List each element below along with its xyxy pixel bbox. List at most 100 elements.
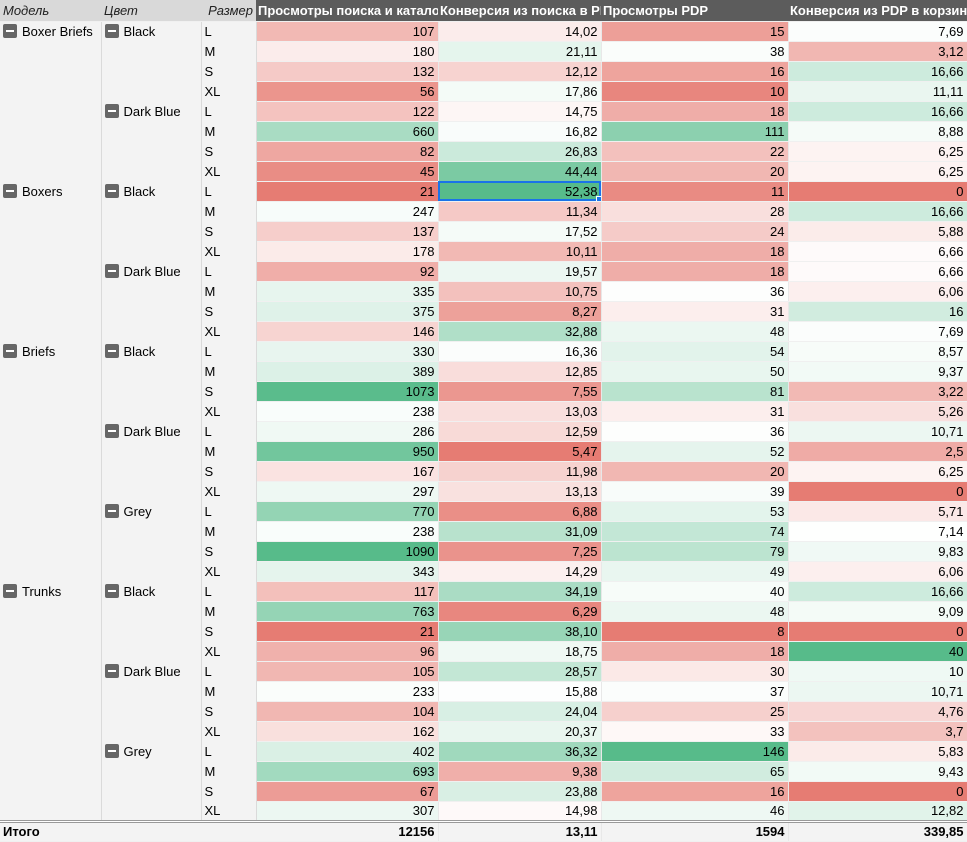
search-conversion-cell[interactable]: 10,11 — [438, 241, 602, 262]
size-cell[interactable]: S — [201, 621, 257, 641]
size-cell[interactable]: S — [201, 301, 257, 321]
pdp-views-cell[interactable]: 37 — [601, 681, 789, 702]
pdp-views-cell[interactable]: 38 — [601, 41, 789, 62]
pdp-cart-conversion-cell[interactable]: 7,14 — [788, 521, 967, 542]
collapse-icon[interactable] — [104, 343, 119, 358]
pdp-cart-conversion-cell[interactable]: 5,83 — [788, 741, 967, 762]
model-cell[interactable]: Boxer Briefs — [0, 21, 102, 41]
collapse-icon[interactable] — [104, 743, 119, 758]
search-views-cell[interactable]: 122 — [256, 101, 439, 122]
size-cell[interactable]: M — [201, 121, 257, 141]
collapse-icon[interactable] — [104, 503, 119, 518]
color-cell[interactable]: Dark Blue — [101, 101, 202, 121]
model-cell[interactable]: Boxers — [0, 181, 102, 201]
pdp-views-cell[interactable]: 16 — [601, 781, 789, 802]
collapse-icon[interactable] — [104, 23, 119, 38]
pdp-cart-conversion-cell[interactable]: 6,25 — [788, 141, 967, 162]
search-views-cell[interactable]: 402 — [256, 741, 439, 762]
pdp-cart-conversion-cell[interactable]: 3,22 — [788, 381, 967, 402]
collapse-icon[interactable] — [104, 263, 119, 278]
pdp-cart-conversion-cell[interactable]: 9,83 — [788, 541, 967, 562]
color-cell[interactable]: Black — [101, 341, 202, 361]
pdp-views-cell[interactable]: 18 — [601, 241, 789, 262]
pdp-views-cell[interactable]: 65 — [601, 761, 789, 782]
pdp-views-cell[interactable]: 16 — [601, 61, 789, 82]
pdp-cart-conversion-cell[interactable]: 8,88 — [788, 121, 967, 142]
search-conversion-cell[interactable]: 17,86 — [438, 81, 602, 102]
collapse-icon[interactable] — [3, 583, 17, 598]
header-pdp-views[interactable]: Просмотры PDP — [601, 0, 788, 22]
search-conversion-cell[interactable]: 14,29 — [438, 561, 602, 582]
pdp-views-cell[interactable]: 20 — [601, 461, 789, 482]
pdp-cart-conversion-cell[interactable]: 0 — [788, 181, 967, 202]
search-conversion-cell[interactable]: 20,37 — [438, 721, 602, 742]
size-cell[interactable]: L — [201, 101, 257, 121]
pdp-views-cell[interactable]: 15 — [601, 21, 789, 42]
search-conversion-cell[interactable]: 36,32 — [438, 741, 602, 762]
size-cell[interactable]: M — [201, 521, 257, 541]
search-views-cell[interactable]: 330 — [256, 341, 439, 362]
search-conversion-cell[interactable]: 13,13 — [438, 481, 602, 502]
header-search-conversion[interactable]: Конверсия из поиска в PDP — [438, 0, 601, 22]
pdp-views-cell[interactable]: 49 — [601, 561, 789, 582]
search-views-cell[interactable]: 297 — [256, 481, 439, 502]
size-cell[interactable]: M — [201, 201, 257, 221]
pdp-cart-conversion-cell[interactable]: 6,25 — [788, 461, 967, 482]
pdp-views-cell[interactable]: 53 — [601, 501, 789, 522]
size-cell[interactable]: XL — [201, 401, 257, 421]
search-views-cell[interactable]: 238 — [256, 521, 439, 542]
header-size[interactable]: Размер — [201, 0, 256, 22]
pdp-views-cell[interactable]: 146 — [601, 741, 789, 762]
pdp-views-cell[interactable]: 54 — [601, 341, 789, 362]
pdp-views-cell[interactable]: 30 — [601, 661, 789, 682]
pdp-cart-conversion-cell[interactable]: 5,88 — [788, 221, 967, 242]
search-conversion-cell[interactable]: 18,75 — [438, 641, 602, 662]
collapse-icon[interactable] — [104, 103, 119, 118]
pdp-cart-conversion-cell[interactable]: 0 — [788, 781, 967, 802]
collapse-icon[interactable] — [104, 583, 119, 598]
collapse-icon[interactable] — [104, 183, 119, 198]
pdp-views-cell[interactable]: 40 — [601, 581, 789, 602]
size-cell[interactable]: S — [201, 381, 257, 401]
size-cell[interactable]: M — [201, 41, 257, 61]
pdp-views-cell[interactable]: 20 — [601, 161, 789, 182]
pdp-cart-conversion-cell[interactable]: 12,82 — [788, 801, 967, 822]
pdp-cart-conversion-cell[interactable]: 5,71 — [788, 501, 967, 522]
size-cell[interactable]: M — [201, 361, 257, 381]
total-label[interactable]: Итого — [0, 819, 101, 842]
search-conversion-cell[interactable]: 11,98 — [438, 461, 602, 482]
search-views-cell[interactable]: 247 — [256, 201, 439, 222]
search-conversion-cell[interactable]: 21,11 — [438, 41, 602, 62]
pdp-cart-conversion-cell[interactable]: 6,06 — [788, 561, 967, 582]
header-color[interactable]: Цвет — [101, 0, 201, 22]
pdp-cart-conversion-cell[interactable]: 3,7 — [788, 721, 967, 742]
pdp-cart-conversion-cell[interactable]: 0 — [788, 621, 967, 642]
size-cell[interactable]: S — [201, 61, 257, 81]
search-conversion-cell[interactable]: 16,36 — [438, 341, 602, 362]
pdp-cart-conversion-cell[interactable]: 0 — [788, 481, 967, 502]
search-conversion-cell[interactable]: 38,10 — [438, 621, 602, 642]
pdp-views-cell[interactable]: 18 — [601, 101, 789, 122]
color-cell[interactable]: Grey — [101, 501, 202, 521]
color-cell[interactable]: Dark Blue — [101, 421, 202, 441]
search-views-cell[interactable]: 1073 — [256, 381, 439, 402]
search-views-cell[interactable]: 104 — [256, 701, 439, 722]
pdp-views-cell[interactable]: 8 — [601, 621, 789, 642]
search-conversion-cell[interactable]: 13,03 — [438, 401, 602, 422]
pdp-views-cell[interactable]: 50 — [601, 361, 789, 382]
header-pdp-cart-conversion[interactable]: Конверсия из PDP в корзину — [788, 0, 967, 22]
pdp-views-cell[interactable]: 52 — [601, 441, 789, 462]
size-cell[interactable]: S — [201, 221, 257, 241]
pdp-cart-conversion-cell[interactable]: 11,11 — [788, 81, 967, 102]
search-views-cell[interactable]: 375 — [256, 301, 439, 322]
pdp-views-cell[interactable]: 22 — [601, 141, 789, 162]
total-search-views[interactable]: 12156 — [256, 819, 439, 842]
search-conversion-cell[interactable]: 14,02 — [438, 21, 602, 42]
color-cell[interactable]: Black — [101, 581, 202, 601]
search-conversion-cell[interactable]: 9,38 — [438, 761, 602, 782]
size-cell[interactable]: XL — [201, 641, 257, 661]
search-conversion-cell[interactable]: 7,55 — [438, 381, 602, 402]
model-cell[interactable]: Trunks — [0, 581, 102, 601]
pdp-views-cell[interactable]: 74 — [601, 521, 789, 542]
search-views-cell[interactable]: 56 — [256, 81, 439, 102]
